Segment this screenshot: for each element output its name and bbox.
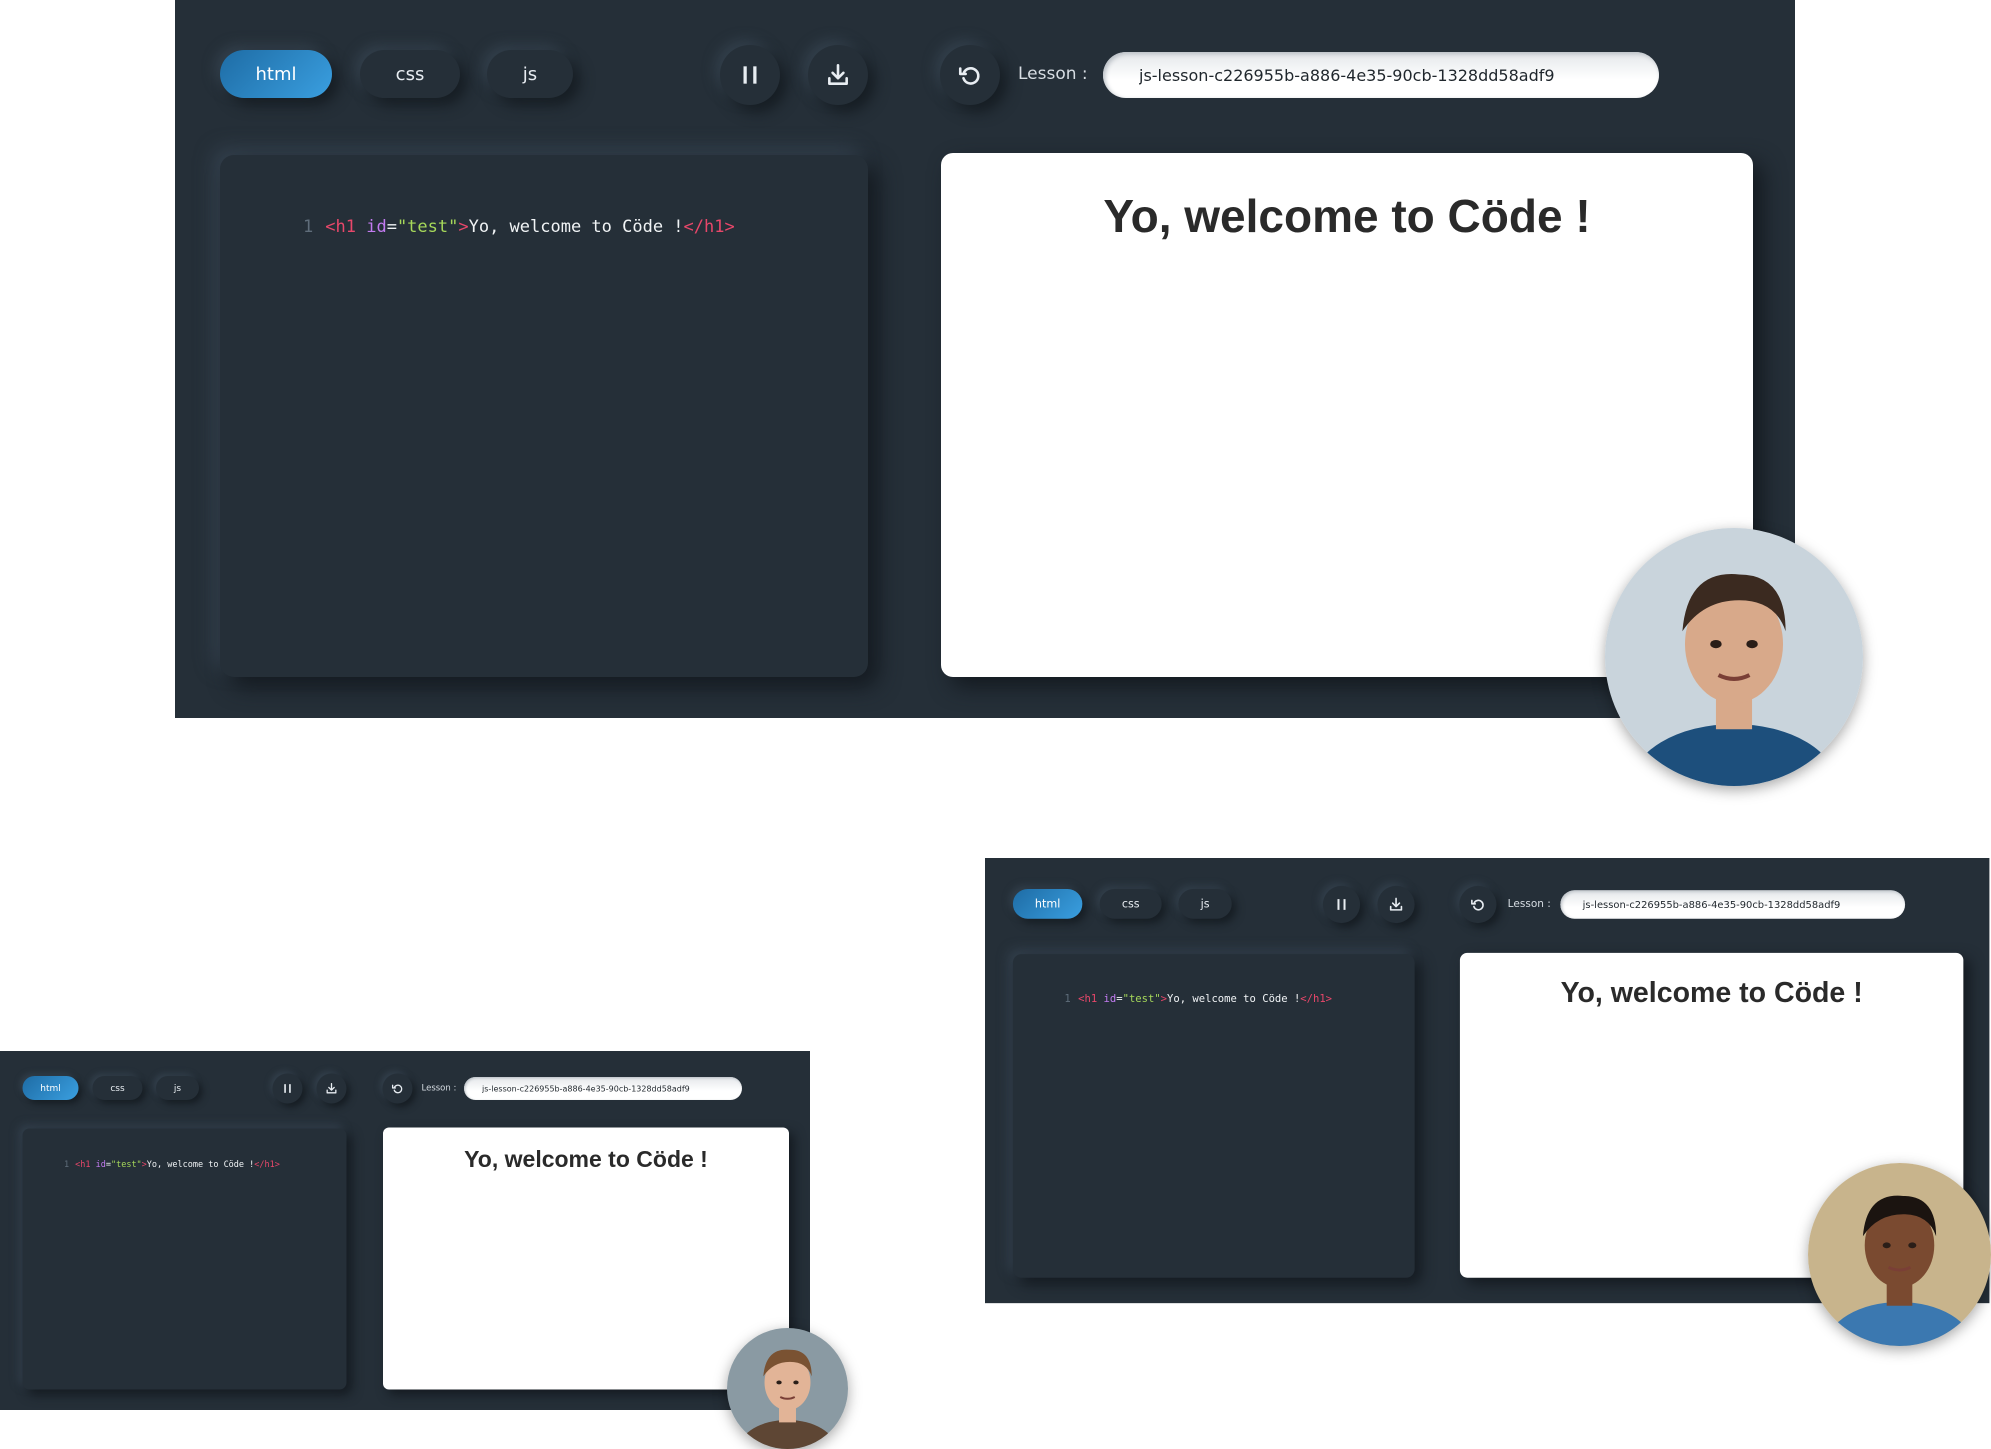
pause-button[interactable] <box>720 45 780 105</box>
lesson-label: Lesson : <box>1018 64 1088 84</box>
tab-js[interactable]: js <box>487 50 573 98</box>
code-close-tag: </h1> <box>683 217 735 237</box>
code-equals: = <box>386 217 397 237</box>
download-button[interactable] <box>1377 885 1415 924</box>
code-attr-value: "test" <box>396 217 459 237</box>
line-number: 1 <box>1064 992 1071 1005</box>
download-icon <box>828 63 848 85</box>
lesson-id-input[interactable] <box>1103 52 1659 98</box>
code-open-tag: <h1 <box>1078 992 1098 1005</box>
pause-button[interactable] <box>1322 885 1361 924</box>
download-icon <box>1389 897 1403 911</box>
tab-css[interactable]: css <box>92 1076 143 1100</box>
code-line[interactable]: 1 <h1 id="test">Yo, welcome to Cöde !</h1… <box>64 1160 280 1170</box>
code-text: Yo, welcome to Cöde ! <box>1167 992 1301 1005</box>
code-attr-name: id <box>90 1159 106 1170</box>
code-attr-name: id <box>355 217 387 237</box>
presenter-avatar-woman <box>727 1328 848 1449</box>
pause-icon <box>743 66 757 84</box>
tab-html[interactable]: html <box>22 1076 79 1100</box>
code-attr-name: id <box>1097 992 1117 1005</box>
pause-icon <box>1337 899 1346 910</box>
reset-icon <box>1471 899 1484 911</box>
code-close-tag: </h1> <box>254 1159 280 1170</box>
presenter-avatar-man-glasses <box>1808 1163 1991 1346</box>
reset-icon <box>958 67 980 85</box>
presenter-avatar-man-glasses-image <box>1808 1163 1991 1346</box>
reset-button[interactable] <box>382 1073 413 1104</box>
presenter-avatar-man-image <box>1605 528 1863 786</box>
preview-heading: Yo, welcome to Cöde ! <box>1560 975 1863 1009</box>
presenter-avatar-man <box>1605 528 1863 786</box>
download-button[interactable] <box>316 1073 347 1104</box>
download-icon <box>326 1082 337 1094</box>
line-number: 1 <box>64 1159 70 1170</box>
tab-html[interactable]: html <box>1012 889 1083 919</box>
code-text: Yo, welcome to Cöde ! <box>468 217 684 237</box>
preview-pane: Yo, welcome to Cöde ! <box>383 1127 789 1390</box>
code-open-tag: <h1 <box>325 217 356 237</box>
tab-js[interactable]: js <box>1178 889 1232 919</box>
reset-button[interactable] <box>940 45 1000 105</box>
preview-heading: Yo, welcome to Cöde ! <box>1103 190 1591 242</box>
code-editor[interactable]: 1 <h1 id="test">Yo, welcome to Cöde !</h1… <box>1012 954 1415 1278</box>
code-editor[interactable]: 1 <h1 id="test">Yo, welcome to Cöde !</h1… <box>220 155 868 677</box>
pause-button[interactable] <box>272 1073 303 1104</box>
preview-heading: Yo, welcome to Cöde ! <box>464 1146 708 1172</box>
lesson-label: Lesson : <box>1507 897 1551 911</box>
reset-button[interactable] <box>1459 885 1497 924</box>
download-button[interactable] <box>808 45 868 105</box>
code-editor[interactable]: 1 <h1 id="test">Yo, welcome to Cöde !</h1… <box>22 1128 347 1390</box>
editor-window-large: html css js Lesson : 1<h1 id="test">Yo, … <box>175 0 1795 718</box>
lesson-id-input[interactable] <box>464 1077 742 1100</box>
code-tag-close: > <box>458 217 469 237</box>
code-close-tag: </h1> <box>1300 992 1333 1005</box>
editor-window-left: html css js Lesson : 1<h1 id="test">Yo, … <box>0 1051 810 1410</box>
code-text: Yo, welcome to Cöde ! <box>146 1159 255 1170</box>
tab-js[interactable]: js <box>156 1076 199 1100</box>
code-line[interactable]: 1 <h1 id="test">Yo, welcome to Cöde !</h1… <box>303 217 735 237</box>
tab-html[interactable]: html <box>220 50 332 98</box>
code-open-tag: <h1 <box>75 1159 91 1170</box>
pause-icon <box>284 1084 291 1093</box>
presenter-avatar-woman-image <box>727 1328 848 1449</box>
code-attr-value: "test" <box>1122 992 1161 1005</box>
lesson-id-input[interactable] <box>1560 890 1906 919</box>
tab-css[interactable]: css <box>1099 889 1162 919</box>
code-attr-value: "test" <box>110 1159 142 1170</box>
line-number: 1 <box>303 217 314 237</box>
tab-css[interactable]: css <box>360 50 460 98</box>
lesson-label: Lesson : <box>421 1083 457 1093</box>
reset-icon <box>391 1084 403 1094</box>
code-line[interactable]: 1 <h1 id="test">Yo, welcome to Cöde !</h1… <box>1064 993 1332 1005</box>
